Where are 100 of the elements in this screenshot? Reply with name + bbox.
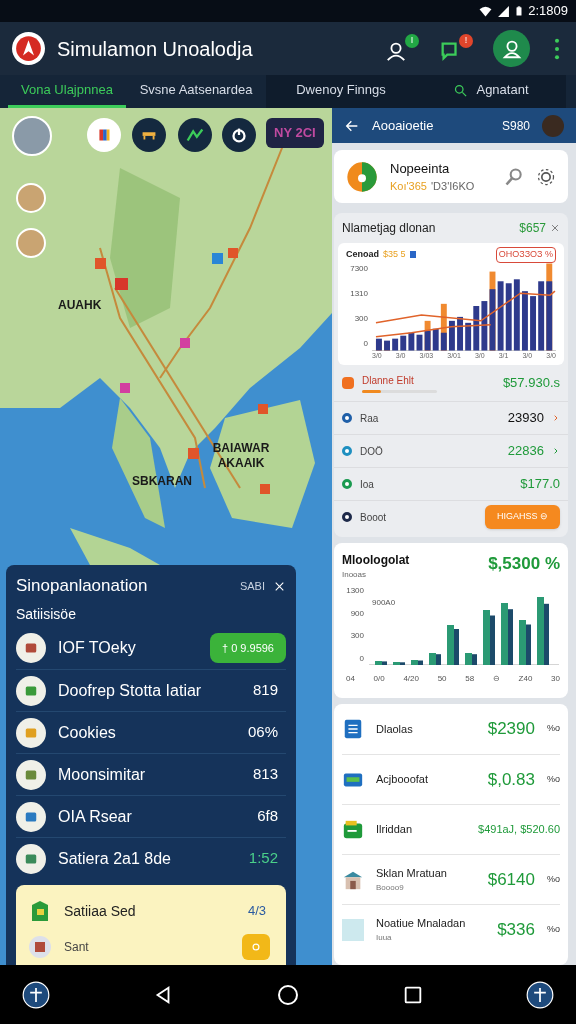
color-swatch [342,918,364,941]
map-background[interactable]: NY 2CI AUAHK BAIAWAR AKAAIK SBKARAN [0,108,332,565]
map-marker [120,383,130,393]
home-icon[interactable] [276,982,300,1007]
settings-icon[interactable] [536,166,556,187]
item-name: OIA Rsear [58,806,133,827]
item-name: Ilriddan [376,822,414,838]
value-badge: † 0 9.9596 [210,633,286,663]
trend-subtitle: Inooas [342,569,368,581]
item-name: Doofrep Stotta Iatiar [58,680,203,701]
map-marker [258,404,268,414]
signal-icon [497,4,511,18]
map-label: BAIAWAR AKAAIK [211,441,271,471]
axis-label: 4/20 [403,673,419,685]
trend-title: Mloologolat [342,552,411,569]
item-name: Dlaolas [376,721,414,737]
map-marker [188,448,199,459]
item-name: Satiera 2a1 8de [58,848,172,869]
item-value: 4/3 [247,902,267,921]
status-time: 2:1809 [528,2,568,21]
item-subtitle: Iuua [376,931,393,944]
panel-amount: S980 [501,117,530,135]
stats-action[interactable]: SABI [239,577,265,595]
row-label: Booot [360,510,388,525]
summary-amount: $657 [519,220,546,237]
legend-label: ОНОЗЗОЗ % [495,247,556,263]
legend-label: $35 5 [383,248,406,261]
item-unit: %o [547,722,560,736]
legend-swatch [409,251,416,259]
item-value: $6140 [487,868,535,891]
item-value: 6f8 [257,806,279,827]
profile-note: 'D3'I6KO [430,179,475,194]
row-label: DOÖ [360,444,384,459]
item-subtitle: Boooo9 [376,881,405,894]
item-name: Moonsimitar [58,764,147,785]
row-label: Raa [360,411,380,426]
tab[interactable]: Dwenoy Finngs [266,75,416,108]
item-unit: %o [547,922,560,936]
search-icon [453,82,469,98]
app-shortcut-icon[interactable] [22,980,50,1009]
trend-amount: $,5300 % [488,553,560,575]
app-logo-icon [12,32,45,65]
photo-placeholder [542,114,564,137]
item-value: $491aJ, $520.60 [478,822,560,838]
row-value: $57.930.s [502,374,560,393]
wallet-icon [342,818,364,841]
profile-code: Koı'365 [390,179,427,194]
map-label: SBKARAN [132,473,192,490]
item-value: 1:52 [248,848,279,869]
avatar[interactable] [493,30,530,67]
logo-icon [346,160,378,193]
search-icon[interactable] [504,166,524,187]
axis-label: 0/0 [373,673,385,685]
battery-icon [514,4,525,18]
axis-label: 0 [362,338,368,351]
tab[interactable]: Svsne Aatsenardea [126,75,266,108]
row-label: Ioa [360,477,375,492]
bar [384,340,390,351]
tab[interactable]: Agnatant [416,75,566,108]
axis-label: 7300 [349,262,368,275]
row-label: Dlanne Ehlt [362,374,415,388]
axis-label: 58 [465,673,475,685]
item-name: Acjbooofat [376,772,429,788]
stats-subtitle: Satiisisöe [16,604,77,624]
axis-label: 900 [349,607,364,620]
item-value: 819 [252,680,279,701]
item-name: Cookies [58,722,117,743]
app-shortcut-icon[interactable] [526,980,554,1009]
document-icon [342,718,364,740]
axis-label: 04 [346,673,355,685]
legend-label: Cenoad [346,248,379,261]
item-name: Satiiaa Sed [64,901,137,921]
notification-badge: I [405,33,419,48]
app-title: Simulamon Unoalodja [57,36,254,62]
notification-badge: ! [459,33,473,48]
map-label: AUAHK [58,297,102,314]
chevron-icon[interactable] [552,414,560,422]
map-marker [115,278,128,290]
chart-label: 900A0 [372,597,396,609]
wifi-icon [478,4,494,18]
item-name: Noatiue Mnaladan [376,916,467,932]
axis-label: 300 [349,630,364,643]
bar [457,316,463,351]
bar [530,295,536,351]
map-marker [228,248,238,258]
chevron-icon[interactable] [552,447,560,455]
profile-name: Nopeeinta [390,159,451,178]
row-value: 22836 [507,442,544,461]
item-value: $,0.83 [487,768,535,791]
axis-label: 50 [437,673,447,685]
menu-icon[interactable] [554,37,560,60]
map-marker [212,253,223,264]
axis-label: 1300 [345,585,364,597]
bar [375,338,382,351]
axis-label: 300 [353,313,368,326]
item-value: $336 [497,918,535,941]
axis-label: ⊖ [492,673,500,685]
panel-title: Aooaioetie [372,116,435,135]
item-unit: %o [547,772,560,786]
item-unit: %o [547,872,560,886]
